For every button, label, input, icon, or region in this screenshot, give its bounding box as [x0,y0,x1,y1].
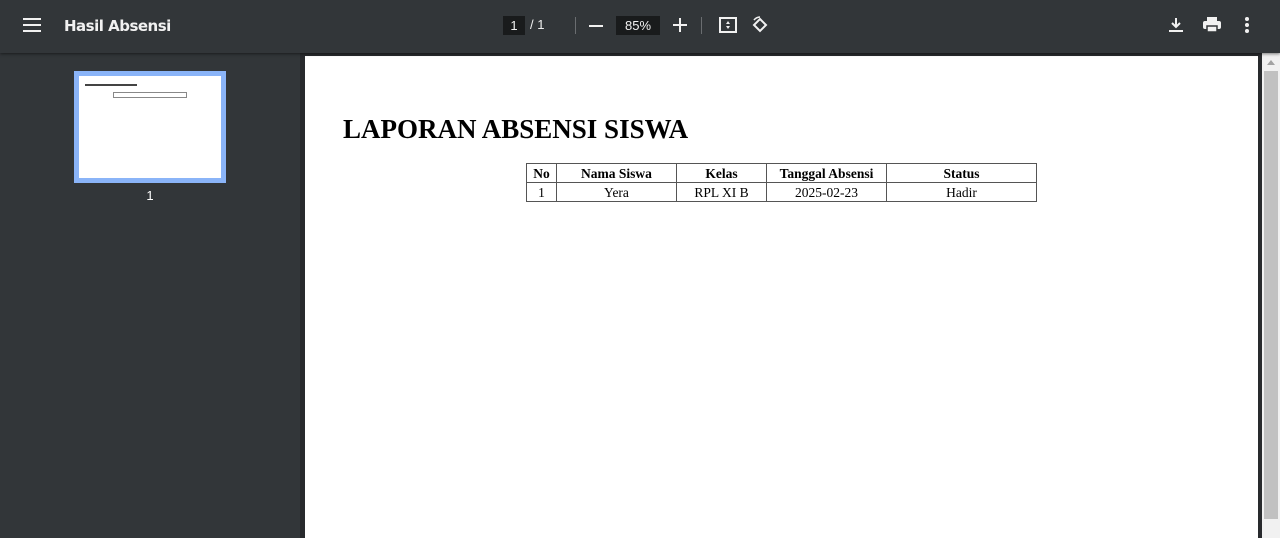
thumbnail-page-number: 1 [146,188,154,203]
attendance-table: No Nama Siswa Kelas Tanggal Absensi Stat… [526,163,1037,202]
report-title: LAPORAN ABSENSI SISWA [343,114,689,144]
zoom-input[interactable]: 85% [616,16,660,35]
cell-tanggal: 2025-02-23 [766,182,887,202]
scrollbar-thumb[interactable] [1264,71,1278,519]
scroll-up-arrow-icon[interactable] [1267,60,1275,65]
page-total: / 1 [530,17,545,32]
fit-to-page-icon[interactable] [716,13,740,37]
thumbnail-preview [79,76,221,178]
cell-status: Hadir [886,182,1037,202]
pdf-toolbar: Hasil Absensi 1 / 1 85% [0,0,1280,53]
table-row: 1 Yera RPL XI B 2025-02-23 Hadir [526,182,1037,202]
divider [701,17,702,34]
header-tanggal-absensi: Tanggal Absensi [766,163,887,183]
zoom-out-button[interactable] [584,14,608,38]
zoom-in-button[interactable] [668,13,692,37]
page-thumbnail[interactable] [74,71,226,183]
page-number-input[interactable]: 1 [503,16,525,35]
rotate-icon[interactable] [748,13,772,37]
pdf-page: LAPORAN ABSENSI SISWA No Nama Siswa Kela… [305,56,1258,538]
header-nama-siswa: Nama Siswa [556,163,677,183]
header-kelas: Kelas [676,163,767,183]
cell-no: 1 [526,182,557,202]
document-title: Hasil Absensi [64,17,171,35]
vertical-scrollbar[interactable] [1262,53,1280,538]
cell-nama-siswa: Yera [556,182,677,202]
header-status: Status [886,163,1037,183]
print-icon[interactable] [1200,13,1224,37]
table-header-row: No Nama Siswa Kelas Tanggal Absensi Stat… [526,163,1037,183]
divider [575,17,576,34]
more-options-icon[interactable] [1235,13,1259,37]
cell-kelas: RPL XI B [676,182,767,202]
header-no: No [526,163,557,183]
download-icon[interactable] [1164,13,1188,37]
menu-icon[interactable] [20,13,44,37]
